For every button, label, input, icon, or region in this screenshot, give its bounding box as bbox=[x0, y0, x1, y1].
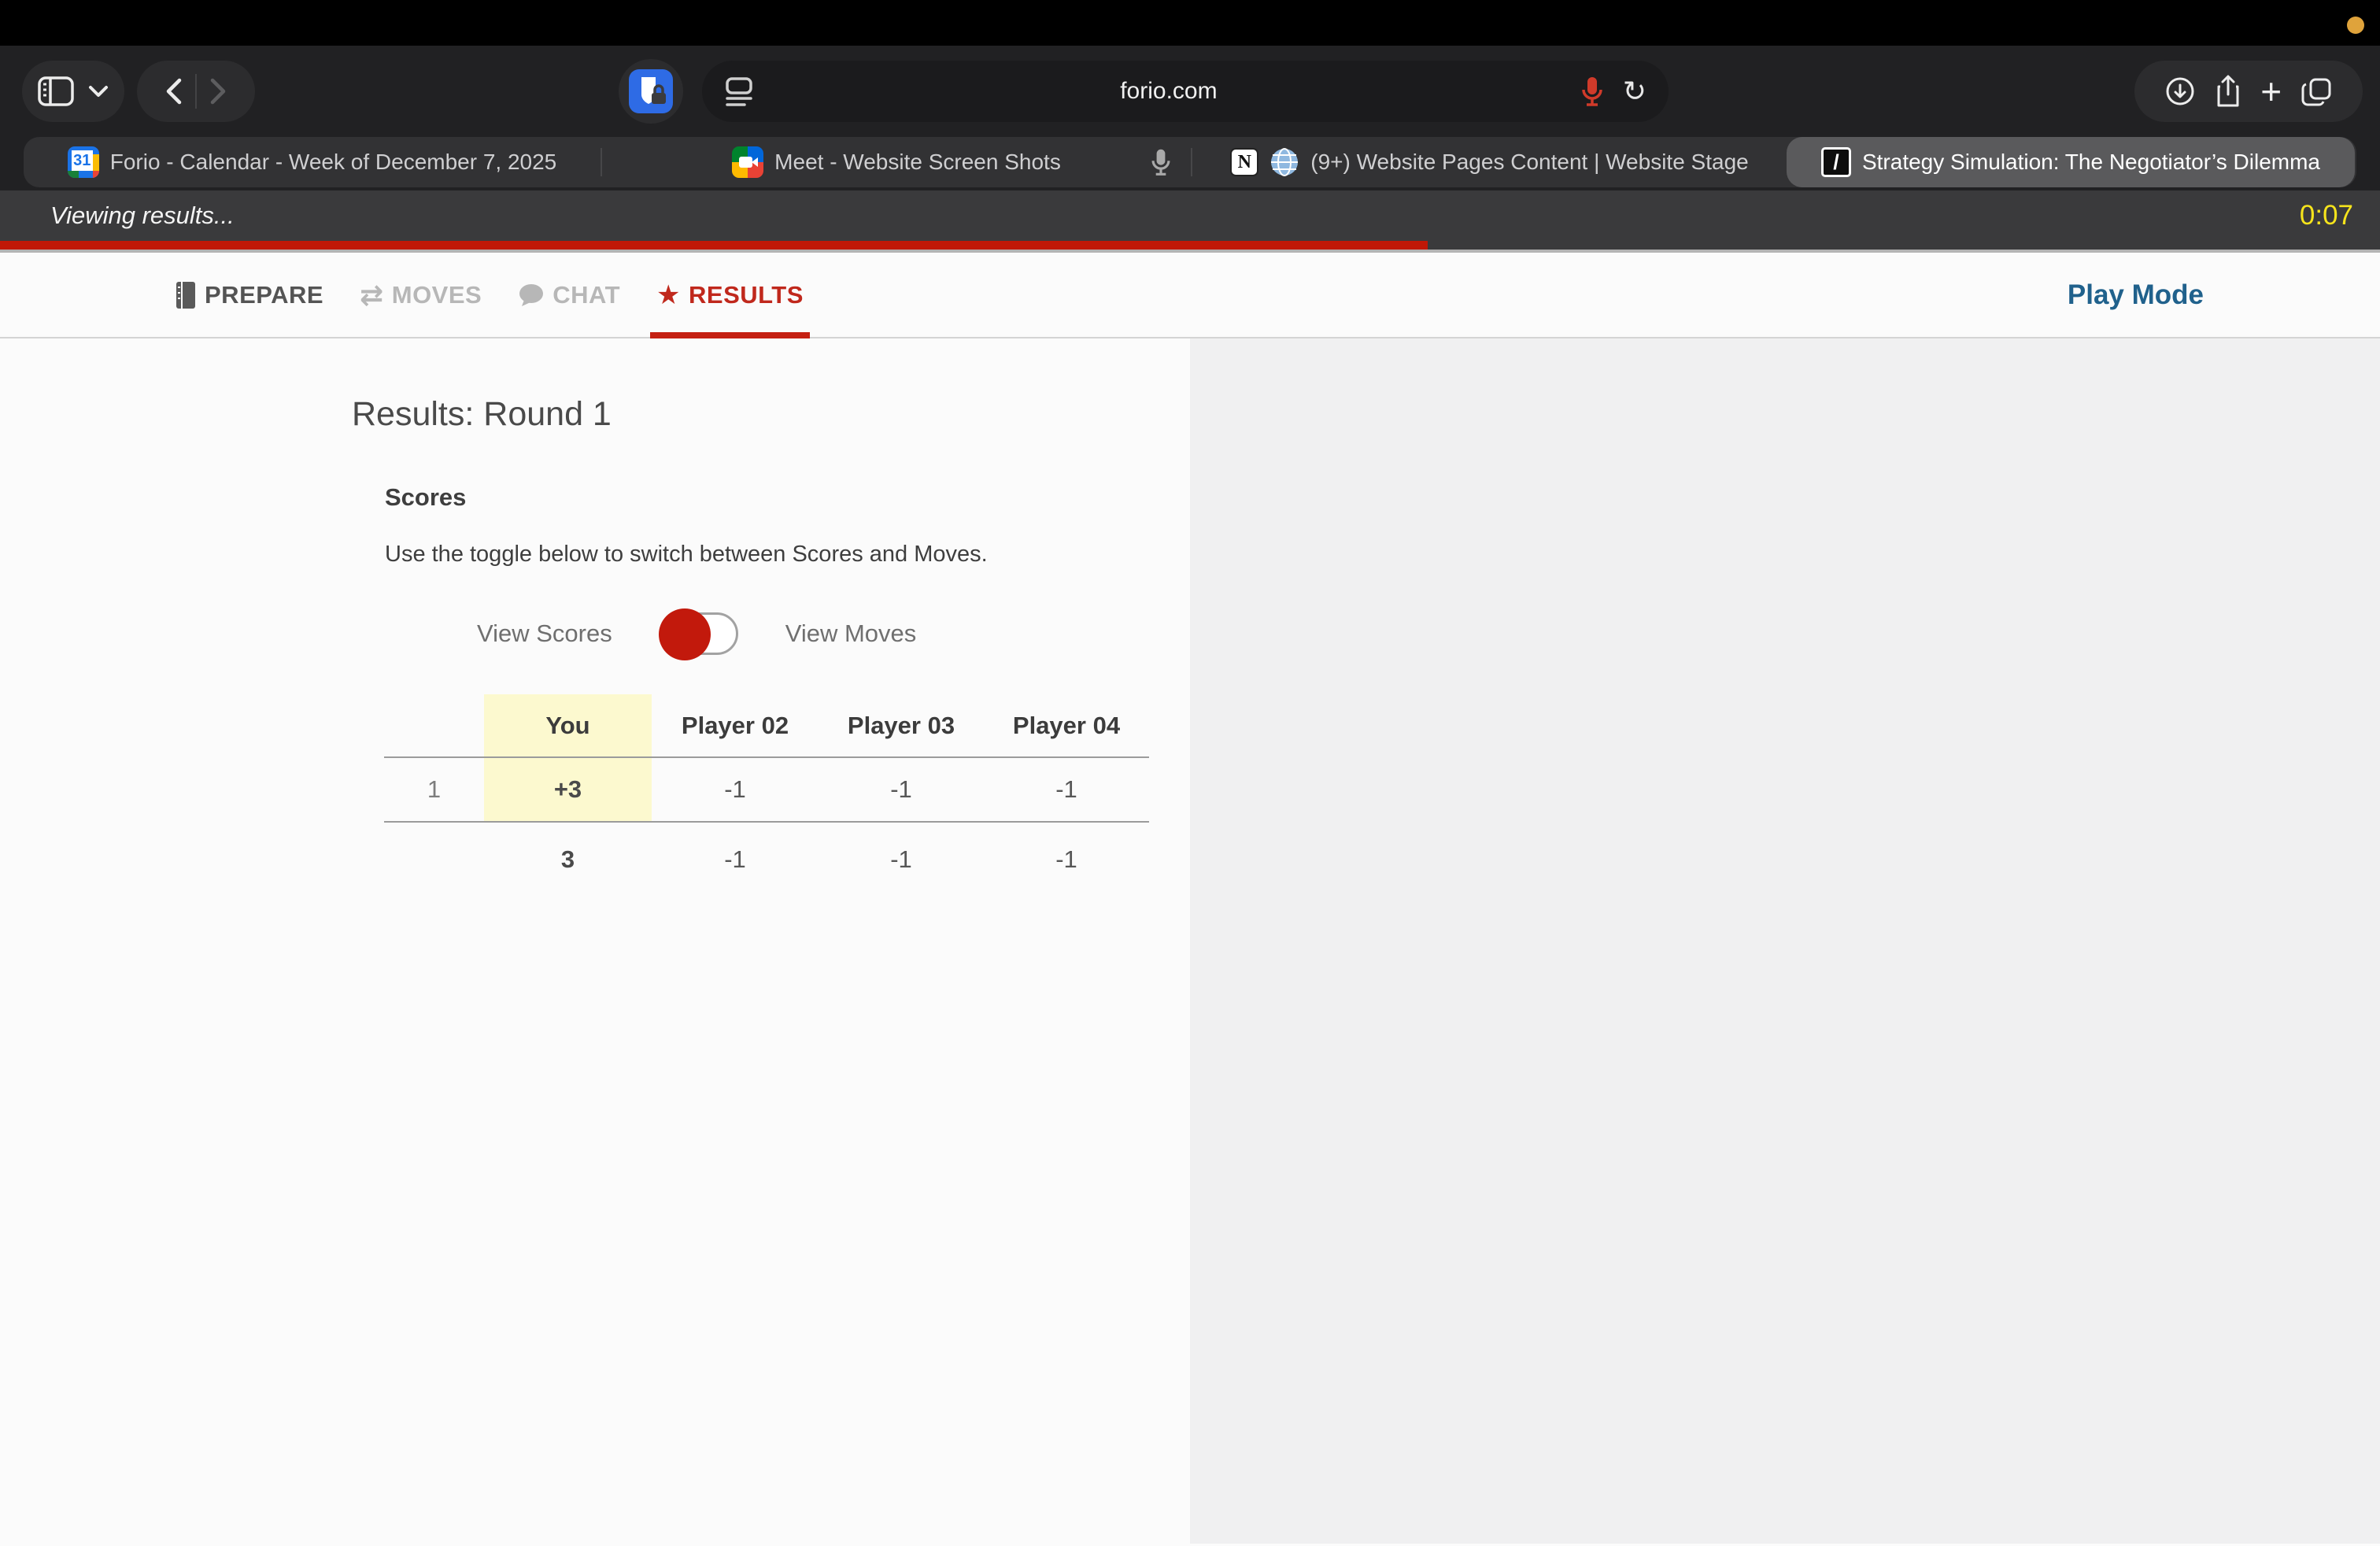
toggle-description: Use the toggle below to switch between S… bbox=[385, 542, 988, 568]
player04-column-header: Player 04 bbox=[984, 694, 1149, 757]
table-header-row: You Player 02 Player 03 Player 04 bbox=[384, 694, 1149, 757]
tab-results[interactable]: ★ RESULTS bbox=[656, 253, 804, 337]
view-moves-label: View Moves bbox=[785, 620, 917, 648]
camera-indicator-icon bbox=[2347, 17, 2364, 34]
reload-icon[interactable]: ↻ bbox=[1623, 77, 1646, 105]
password-extension-button[interactable] bbox=[619, 59, 683, 124]
scores-section-title: Scores bbox=[385, 483, 466, 512]
toggle-knob[interactable] bbox=[659, 608, 711, 660]
tab-microphone-icon bbox=[1151, 148, 1170, 176]
tab-moves[interactable]: ⇄ MOVES bbox=[360, 253, 482, 337]
address-bar[interactable]: forio.com ↻ bbox=[702, 61, 1669, 122]
tab-chat[interactable]: CHAT bbox=[518, 253, 620, 337]
sidebar-icon bbox=[38, 76, 74, 107]
status-message: Viewing results... bbox=[50, 202, 235, 230]
sidebar-toggle-button[interactable] bbox=[22, 61, 124, 122]
countdown-timer: 0:07 bbox=[2300, 200, 2353, 231]
score-you: +3 bbox=[484, 757, 652, 822]
new-tab-button[interactable]: + bbox=[2260, 73, 2282, 109]
score-player02: -1 bbox=[652, 757, 819, 822]
back-button[interactable] bbox=[164, 77, 183, 105]
page-settings-icon[interactable] bbox=[722, 74, 756, 109]
swap-arrows-icon: ⇄ bbox=[360, 281, 384, 309]
microphone-active-icon[interactable] bbox=[1582, 76, 1602, 107]
chat-bubble-icon bbox=[518, 283, 545, 308]
tab-title: Strategy Simulation: The Negotiator’s Di… bbox=[1862, 150, 2320, 175]
simulation-navbar: PREPARE ⇄ MOVES CHAT ★ RESULTS Play Mode bbox=[0, 253, 2380, 338]
divider bbox=[195, 74, 197, 109]
right-panel bbox=[1190, 338, 2380, 1544]
tab-title: Forio - Calendar - Week of December 7, 2… bbox=[110, 150, 557, 175]
scores-moves-toggle-row: View Scores View Moves bbox=[477, 608, 916, 660]
tab-prepare[interactable]: PREPARE bbox=[175, 253, 323, 337]
table-row-round1: 1 +3 -1 -1 -1 bbox=[384, 757, 1149, 822]
shield-lock-extension-icon bbox=[629, 69, 673, 113]
tab-label: RESULTS bbox=[689, 281, 804, 309]
table-totals-row: 3 -1 -1 -1 bbox=[384, 822, 1149, 896]
globe-favicon-icon bbox=[1269, 147, 1299, 177]
progress-track bbox=[0, 241, 2380, 250]
browser-tab-meet[interactable]: Meet - Website Screen Shots bbox=[602, 137, 1191, 187]
round-column-header bbox=[384, 694, 484, 757]
google-calendar-favicon-icon: 31 bbox=[68, 146, 99, 178]
total-player03: -1 bbox=[819, 822, 984, 896]
scores-moves-toggle[interactable] bbox=[660, 612, 738, 655]
browser-tab-simulation-active[interactable]: / Strategy Simulation: The Negotiator’s … bbox=[1787, 137, 2355, 187]
star-icon: ★ bbox=[656, 282, 681, 309]
forio-slash-favicon-icon: / bbox=[1821, 147, 1851, 177]
downloads-button[interactable] bbox=[2164, 76, 2196, 107]
simulation-status-bar: Viewing results... 0:07 bbox=[0, 190, 2380, 241]
google-meet-favicon-icon bbox=[732, 146, 763, 178]
tab-title: Meet - Website Screen Shots bbox=[774, 150, 1061, 175]
chevron-down-icon bbox=[88, 85, 109, 98]
main-content: Results: Round 1 Scores Use the toggle b… bbox=[0, 338, 2380, 1544]
toolbar-right-group: + bbox=[2134, 61, 2363, 122]
tab-strip: 31 Forio - Calendar - Week of December 7… bbox=[0, 137, 2380, 190]
player02-column-header: Player 02 bbox=[652, 694, 819, 757]
tab-title: (9+) Website Pages Content | Website Sta… bbox=[1310, 150, 1748, 175]
score-player03: -1 bbox=[819, 757, 984, 822]
page-title: Results: Round 1 bbox=[352, 395, 612, 434]
menubar bbox=[0, 0, 2380, 46]
score-player04: -1 bbox=[984, 757, 1149, 822]
notion-favicon-icon: N bbox=[1230, 148, 1258, 176]
round-number: 1 bbox=[384, 757, 484, 822]
tab-label: PREPARE bbox=[205, 281, 323, 309]
you-column-header: You bbox=[484, 694, 652, 757]
browser-tab-calendar[interactable]: 31 Forio - Calendar - Week of December 7… bbox=[24, 137, 601, 187]
forward-button[interactable] bbox=[209, 77, 228, 105]
view-scores-label: View Scores bbox=[477, 620, 612, 648]
history-nav-group bbox=[137, 61, 255, 122]
tab-label: CHAT bbox=[552, 281, 620, 309]
tab-label: MOVES bbox=[392, 281, 482, 309]
total-player04: -1 bbox=[984, 822, 1149, 896]
browser-toolbar: forio.com ↻ bbox=[0, 46, 2380, 137]
tab-overview-button[interactable] bbox=[2300, 75, 2333, 108]
notebook-icon bbox=[175, 280, 197, 310]
player03-column-header: Player 03 bbox=[819, 694, 984, 757]
play-mode-link[interactable]: Play Mode bbox=[2068, 253, 2204, 337]
url-text: forio.com bbox=[756, 78, 1582, 105]
progress-fill bbox=[0, 241, 1428, 250]
scores-table: You Player 02 Player 03 Player 04 1 +3 -… bbox=[384, 694, 1149, 896]
total-you: 3 bbox=[484, 822, 652, 896]
browser-tab-notion[interactable]: N (9+) Website Pages Content | Website S… bbox=[1192, 137, 1787, 187]
share-button[interactable] bbox=[2214, 74, 2242, 109]
total-player02: -1 bbox=[652, 822, 819, 896]
